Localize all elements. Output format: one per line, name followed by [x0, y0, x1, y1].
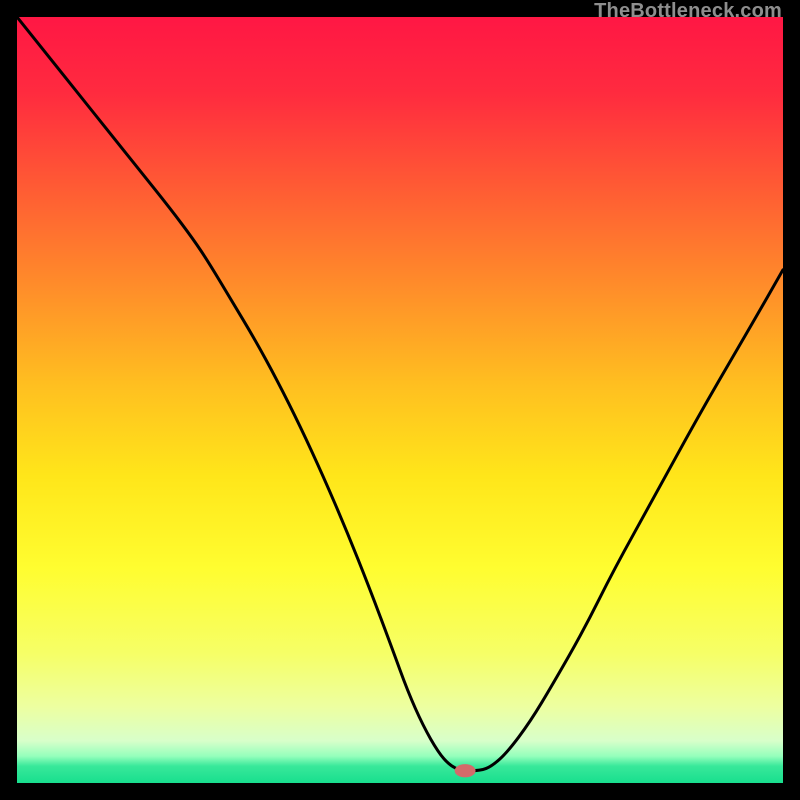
- chart-frame: TheBottleneck.com: [0, 0, 800, 800]
- plot-area: [17, 17, 783, 783]
- watermark-label: TheBottleneck.com: [594, 0, 782, 23]
- bottleneck-chart: [17, 17, 783, 783]
- optimal-point-marker: [455, 765, 475, 777]
